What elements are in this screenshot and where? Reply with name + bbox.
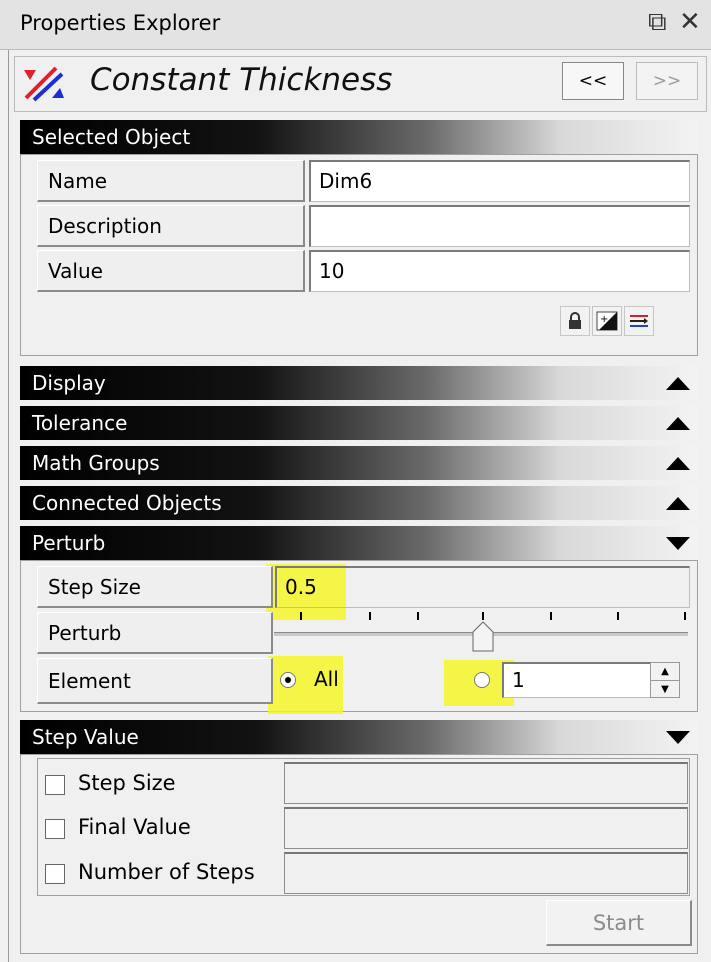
next-button[interactable]: >>: [636, 62, 698, 100]
element-label: Element: [37, 658, 273, 704]
number-of-steps-field: [284, 852, 688, 894]
restore-icon[interactable]: ⧉: [648, 8, 667, 36]
name-field[interactable]: Dim6: [309, 160, 690, 202]
name-label: Name: [37, 160, 305, 202]
edit-value-icon[interactable]: +: [592, 306, 622, 336]
lock-icon[interactable]: [560, 306, 590, 336]
slider-tick: [550, 612, 552, 620]
expand-arrow-icon: [666, 497, 690, 510]
number-of-steps-checkbox[interactable]: [45, 864, 65, 884]
section-title: Step Value: [32, 725, 139, 749]
section-perturb[interactable]: Perturb: [20, 526, 698, 560]
window-title: Properties Explorer: [20, 11, 221, 35]
spin-up-icon[interactable]: ▲: [651, 663, 679, 681]
command-title: Constant Thickness: [90, 62, 393, 98]
slider-tick: [684, 612, 686, 620]
connect-icon[interactable]: [624, 306, 654, 336]
section-title: Tolerance: [32, 411, 128, 435]
element-index-radio[interactable]: [474, 672, 490, 688]
slider-tick: [369, 612, 371, 620]
value-field[interactable]: 10: [309, 250, 690, 292]
expand-arrow-icon: [666, 457, 690, 470]
element-all-label: All: [314, 667, 339, 691]
section-math-groups[interactable]: Math Groups: [20, 446, 698, 480]
collapse-arrow-icon: [666, 731, 690, 744]
collapse-arrow-icon: [666, 537, 690, 550]
step-size-option-label: Step Size: [78, 771, 176, 795]
slider-tick: [417, 612, 419, 620]
section-tolerance[interactable]: Tolerance: [20, 406, 698, 440]
element-index-spinner[interactable]: ▲ ▼: [650, 662, 680, 698]
section-step-value[interactable]: Step Value: [20, 720, 698, 754]
constant-thickness-icon: [24, 66, 64, 102]
section-selected-object[interactable]: Selected Object: [20, 120, 698, 154]
element-all-radio[interactable]: [280, 672, 296, 688]
description-field[interactable]: [309, 205, 690, 247]
title-bar: Properties Explorer ⧉ ✕: [0, 0, 711, 50]
section-title: Selected Object: [32, 125, 191, 149]
step-size-field[interactable]: 0.5: [275, 566, 690, 608]
step-size-label: Step Size: [37, 566, 273, 608]
slider-tick: [617, 612, 619, 620]
number-of-steps-option-label: Number of Steps: [78, 860, 255, 884]
section-title: Connected Objects: [32, 491, 222, 515]
section-title: Display: [32, 371, 106, 395]
previous-button[interactable]: <<: [562, 62, 624, 100]
section-connected-objects[interactable]: Connected Objects: [20, 486, 698, 520]
step-size-value-field: [284, 762, 688, 804]
value-label: Value: [37, 250, 305, 292]
element-index-field[interactable]: 1: [502, 662, 652, 698]
section-display[interactable]: Display: [20, 366, 698, 400]
spin-down-icon[interactable]: ▼: [651, 681, 679, 698]
slider-tick: [300, 612, 302, 620]
description-label: Description: [37, 205, 305, 247]
svg-text:+: +: [600, 314, 608, 325]
start-button[interactable]: Start: [546, 900, 692, 946]
final-value-checkbox[interactable]: [45, 819, 65, 839]
step-size-checkbox[interactable]: [45, 775, 65, 795]
section-title: Perturb: [32, 531, 106, 555]
section-title: Math Groups: [32, 451, 160, 475]
expand-arrow-icon: [666, 377, 690, 390]
slider-thumb[interactable]: [472, 620, 494, 652]
close-icon[interactable]: ✕: [679, 8, 701, 36]
perturb-label: Perturb: [37, 612, 273, 654]
final-value-option-label: Final Value: [78, 815, 191, 839]
final-value-field: [284, 807, 688, 849]
expand-arrow-icon: [666, 417, 690, 430]
perturb-slider[interactable]: [274, 608, 690, 654]
slider-tick: [482, 612, 484, 620]
